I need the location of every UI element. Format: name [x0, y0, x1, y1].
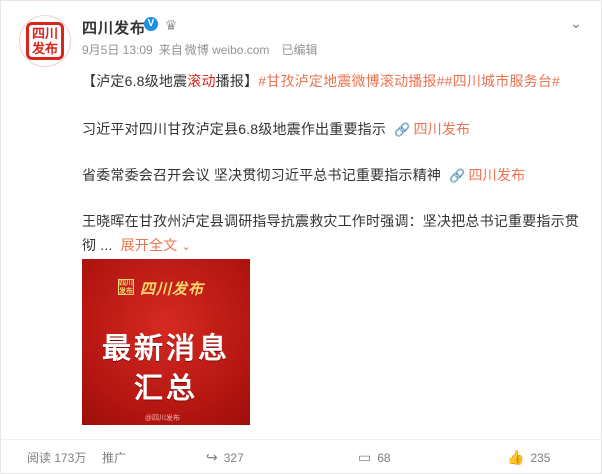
comment-button[interactable]: ▭ 68	[358, 449, 391, 466]
post-image[interactable]: 四川发布 四川发布 最新消息 汇总 @四川发布	[82, 259, 250, 425]
promote-label: 推广	[102, 451, 127, 465]
truncated-text: 彻 ...	[82, 237, 113, 253]
post-meta: 9月5日 13:09 来自 微博 weibo.com 已编辑	[82, 41, 323, 58]
forward-icon: ↪	[206, 449, 218, 465]
expand-full-text-link[interactable]: 展开全文	[121, 237, 178, 253]
read-count: 阅读 173万	[27, 449, 86, 466]
chevron-down-icon[interactable]: ⌄	[568, 15, 584, 31]
thumbs-up-icon: 👍	[507, 449, 525, 465]
news-item-link[interactable]: 四川发布	[468, 167, 525, 183]
post-title-line: 【泸定6.8级地震滚动播报】#甘孜泸定地震微博滚动播报##四川城市服务台#	[82, 71, 560, 91]
image-brand-text: 四川发布	[140, 281, 205, 298]
crown-icon: ♛	[164, 17, 178, 33]
forward-button[interactable]: ↪ 327	[206, 449, 244, 466]
account-name[interactable]: 四川发布	[82, 17, 146, 38]
link-icon: 🔗	[394, 122, 411, 137]
weibo-post-card: 四川发布 四川发布 V ♛ ⌄ 9月5日 13:09 来自 微博 weibo.com…	[0, 0, 602, 474]
like-button[interactable]: 👍 235	[507, 449, 550, 466]
avatar[interactable]: 四川发布	[19, 15, 71, 67]
image-watermark: @四川发布	[144, 415, 180, 422]
post-source: 微博 weibo.com	[184, 43, 270, 57]
read-count-text: 阅读 173万	[27, 451, 87, 465]
post-date[interactable]: 9月5日 13:09	[82, 43, 153, 57]
news-item-text: 省委常委会召开会议 坚决贯彻习近平总书记重要指示精神	[82, 167, 442, 183]
avatar-logo-text: 四川发布	[31, 26, 58, 56]
verified-icon: V	[144, 17, 158, 31]
source-prefix: 来自	[158, 43, 183, 57]
news-item-text: 习近平对四川甘孜泸定县6.8级地震作出重要指示	[82, 121, 387, 137]
news-item-link[interactable]: 四川发布	[413, 121, 470, 137]
news-item-2: 省委常委会召开会议 坚决贯彻习近平总书记重要指示精神 🔗 四川发布	[82, 165, 525, 185]
forward-count: 327	[223, 450, 244, 465]
edited-label: 已编辑	[281, 43, 318, 57]
comment-count: 68	[377, 450, 391, 465]
image-logo: 四川发布	[118, 279, 134, 295]
news-item-3-line1: 王晓晖在甘孜州泸定县调研指导抗震救灾工作时强调：坚决把总书记重要指示贯	[82, 213, 579, 229]
like-count: 235	[530, 450, 551, 465]
image-title-line2: 汇总	[133, 373, 198, 405]
avatar-logo: 四川发布	[26, 22, 64, 60]
image-title-line1: 最新消息	[101, 333, 230, 365]
comment-icon: ▭	[358, 449, 372, 465]
news-item-3-line2: 彻 ... 展开全文 ⌄	[82, 235, 191, 255]
chevron-down-icon[interactable]: ⌄	[182, 241, 191, 253]
post-title-red: 滚动	[187, 73, 216, 89]
footer-divider	[1, 439, 601, 440]
news-item-1: 习近平对四川甘孜泸定县6.8级地震作出重要指示 🔗 四川发布	[82, 119, 470, 139]
post-title-open: 【泸定6.8级地震	[82, 73, 188, 89]
hashtags-link[interactable]: #甘孜泸定地震微博滚动播报##四川城市服务台#	[258, 73, 560, 89]
post-title-close: 播报】	[215, 73, 259, 89]
link-icon: 🔗	[449, 168, 466, 183]
promote-button[interactable]: 推广	[102, 449, 126, 466]
